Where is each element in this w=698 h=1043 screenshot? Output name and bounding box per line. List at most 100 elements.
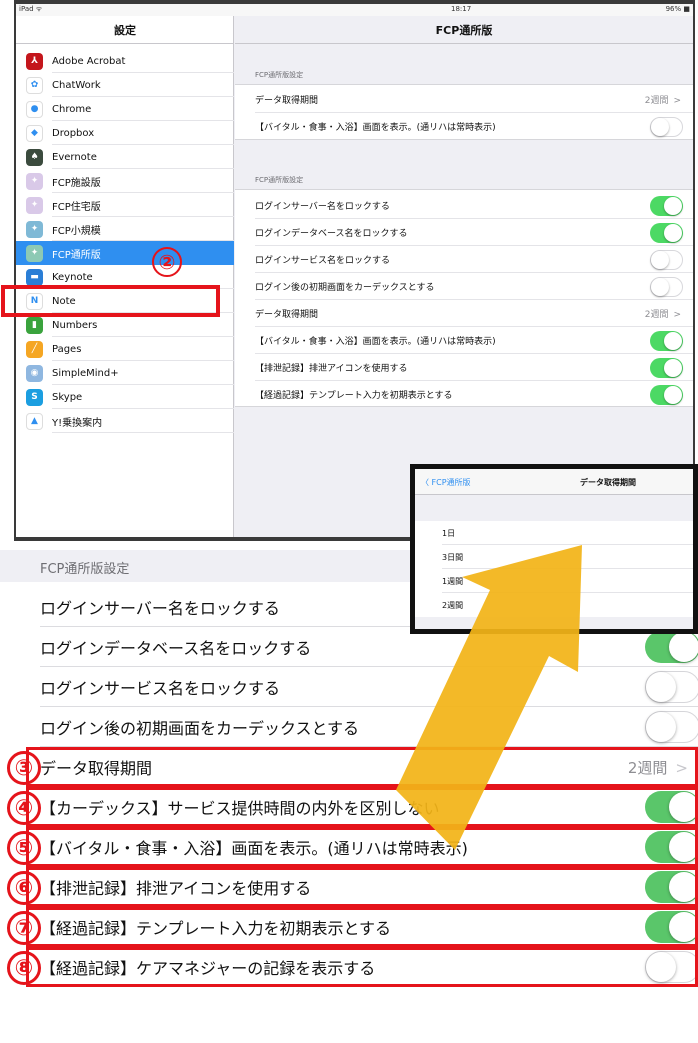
settings-row-label: ログイン後の初期画面をカーデックスとする: [255, 283, 435, 293]
sidebar-item-label: Adobe Acrobat: [52, 55, 126, 67]
group1-header: FCP通所版設定: [255, 71, 304, 79]
toggle-switch[interactable]: [645, 631, 698, 663]
toggle-switch[interactable]: [645, 671, 698, 703]
sidebar-item-label: Chrome: [52, 103, 92, 115]
sidebar-item-label: Numbers: [52, 319, 98, 331]
toggle-switch[interactable]: [650, 330, 683, 351]
settings-row[interactable]: ログインデータベース名をロックする: [255, 219, 693, 246]
period-picker-popup: 〈 FCP通所版 データ取得期間 1日 3日間 1週間 2週間: [410, 464, 698, 634]
period-option[interactable]: 2週間: [415, 593, 693, 617]
chrome-icon: ●: [26, 100, 43, 118]
value-text: 2週間: [644, 310, 669, 320]
annotation-highlight-box: ③: [7, 747, 698, 787]
fcp-facility-icon: ✦: [26, 172, 43, 190]
settings-row[interactable]: 【バイタル・食事・入浴】画面を表示。(通リハは常時表示): [255, 113, 693, 140]
settings-row[interactable]: 【バイタル・食事・入浴】画面を表示。(通リハは常時表示): [255, 327, 693, 354]
sidebar-item-7[interactable]: ✦ FCP小規模: [16, 217, 234, 241]
settings-row-label: データ取得期間: [255, 310, 319, 320]
annotation-highlight-box: ④: [7, 787, 698, 827]
chatwork-icon: ✿: [26, 76, 43, 94]
settings-row[interactable]: ログインサーバー名をロックする: [255, 192, 693, 219]
settings-row[interactable]: 【排泄記録】排泄アイコンを使用する: [255, 354, 693, 381]
sidebar-item-4[interactable]: ♠ Evernote: [16, 145, 234, 169]
sidebar-item-label: FCP通所版: [52, 249, 101, 261]
settings-row-label: ログインサーバー名をロックする: [255, 202, 390, 212]
annotation-number: ⑦: [7, 911, 41, 945]
sidebar-item-label: Keynote: [52, 271, 93, 283]
sidebar-title: 設定: [114, 24, 136, 37]
toggle-switch[interactable]: [650, 222, 683, 243]
period-option[interactable]: 1日: [415, 521, 693, 545]
toggle-switch[interactable]: [645, 711, 698, 743]
sidebar-item-label: SimpleMind+: [52, 367, 119, 379]
popup-title: データ取得期間: [580, 478, 636, 487]
settings-row[interactable]: ログイン後の初期画面をカーデックスとする: [255, 273, 693, 300]
annotation-number: ④: [7, 791, 41, 825]
sidebar-item-6[interactable]: ✦ FCP住宅版: [16, 193, 234, 217]
settings-row-label: ログインデータベース名をロックする: [255, 229, 408, 239]
zoom-row-label: ログインデータベース名をロックする: [40, 639, 312, 658]
annotation-highlight-box: ⑥: [7, 867, 698, 907]
toggle-knob: [651, 250, 669, 269]
toggle-knob: [646, 712, 676, 742]
sidebar-item-3[interactable]: ◆ Dropbox: [16, 121, 234, 145]
sidebar-item-label: Y!乗換案内: [52, 417, 103, 429]
pages-icon: ╱: [26, 340, 43, 358]
toggle-switch[interactable]: [650, 384, 683, 405]
sidebar-item-12[interactable]: ╱ Pages: [16, 337, 234, 361]
toggle-switch[interactable]: [650, 116, 683, 137]
settings-row[interactable]: データ取得期間 2週間 >: [255, 86, 693, 113]
toggle-knob: [664, 385, 682, 404]
sidebar-item-13[interactable]: ◉ SimpleMind+: [16, 361, 234, 385]
sidebar-item-15[interactable]: ▲ Y!乗換案内: [16, 409, 234, 433]
dropbox-icon: ◆: [26, 124, 43, 142]
settings-sidebar: iPad ᯤ 設定 ⅄ Adobe Acrobat ✿ ChatWork ● Chrome…: [16, 4, 693, 537]
fcp-housing-icon: ✦: [26, 196, 43, 214]
sidebar-item-label: Pages: [52, 343, 82, 355]
period-option[interactable]: 3日間: [415, 545, 693, 569]
toggle-knob: [664, 331, 682, 350]
annotation-highlight-box: ⑤: [7, 827, 698, 867]
settings-row[interactable]: ログインサービス名をロックする: [255, 246, 693, 273]
settings-row[interactable]: 【経過記録】テンプレート入力を初期表示とする: [255, 381, 693, 408]
zoom-row-label: ログイン後の初期画面をカーデックスとする: [40, 719, 360, 738]
settings-row-label: ログインサービス名をロックする: [255, 256, 391, 266]
settings-row-value: 2週間 >: [645, 307, 681, 320]
fcp-small-icon: ✦: [26, 220, 43, 238]
sidebar-item-2[interactable]: ● Chrome: [16, 97, 234, 121]
sidebar-item-5[interactable]: ✦ FCP施設版: [16, 169, 234, 193]
annotation-number: ③: [7, 751, 41, 785]
annotation-highlight-box: ⑦: [7, 907, 698, 947]
sidebar-item-8[interactable]: ✦ FCP通所版: [16, 241, 234, 265]
settings-row-value: 2週間 >: [645, 93, 681, 106]
sidebar-item-1[interactable]: ✿ ChatWork: [16, 73, 234, 97]
detail-title: FCP通所版: [435, 24, 493, 37]
sidebar-item-14[interactable]: S Skype: [16, 385, 234, 409]
acrobat-icon: ⅄: [26, 52, 43, 70]
settings-row-label: 【バイタル・食事・入浴】画面を表示。(通リハは常時表示): [255, 337, 496, 347]
status-time: 18:17: [451, 5, 472, 13]
annotation-number-2: ②: [152, 247, 182, 277]
zoom-settings-row[interactable]: ログイン後の初期画面をカーデックスとする: [40, 707, 698, 747]
status-bar-right: 18:17 96% ■: [235, 4, 693, 16]
detail-divider: [235, 43, 693, 44]
settings-row[interactable]: データ取得期間 2週間 >: [255, 300, 693, 327]
toggle-switch[interactable]: [650, 195, 683, 216]
status-carrier: iPad ᯤ: [19, 5, 43, 13]
group2-header: FCP通所版設定: [255, 176, 304, 184]
toggle-knob: [651, 117, 669, 136]
toggle-switch[interactable]: [650, 276, 683, 297]
selected-item-highlight: [1, 285, 220, 317]
annotation-highlight-box: ⑧: [7, 947, 698, 987]
sidebar-item-label: FCP小規模: [52, 225, 101, 237]
zoom-settings-row[interactable]: ログインサービス名をロックする: [40, 667, 698, 707]
evernote-icon: ♠: [26, 148, 43, 166]
settings-row-label: 【経過記録】テンプレート入力を初期表示とする: [255, 391, 453, 401]
sidebar-item-0[interactable]: ⅄ Adobe Acrobat: [16, 49, 234, 73]
popup-back-button[interactable]: 〈 FCP通所版: [421, 477, 471, 488]
row-separator: [52, 432, 234, 433]
toggle-switch[interactable]: [650, 357, 683, 378]
yahoo-transit-icon: ▲: [26, 412, 43, 430]
period-option[interactable]: 1週間: [415, 569, 693, 593]
toggle-switch[interactable]: [650, 249, 683, 270]
